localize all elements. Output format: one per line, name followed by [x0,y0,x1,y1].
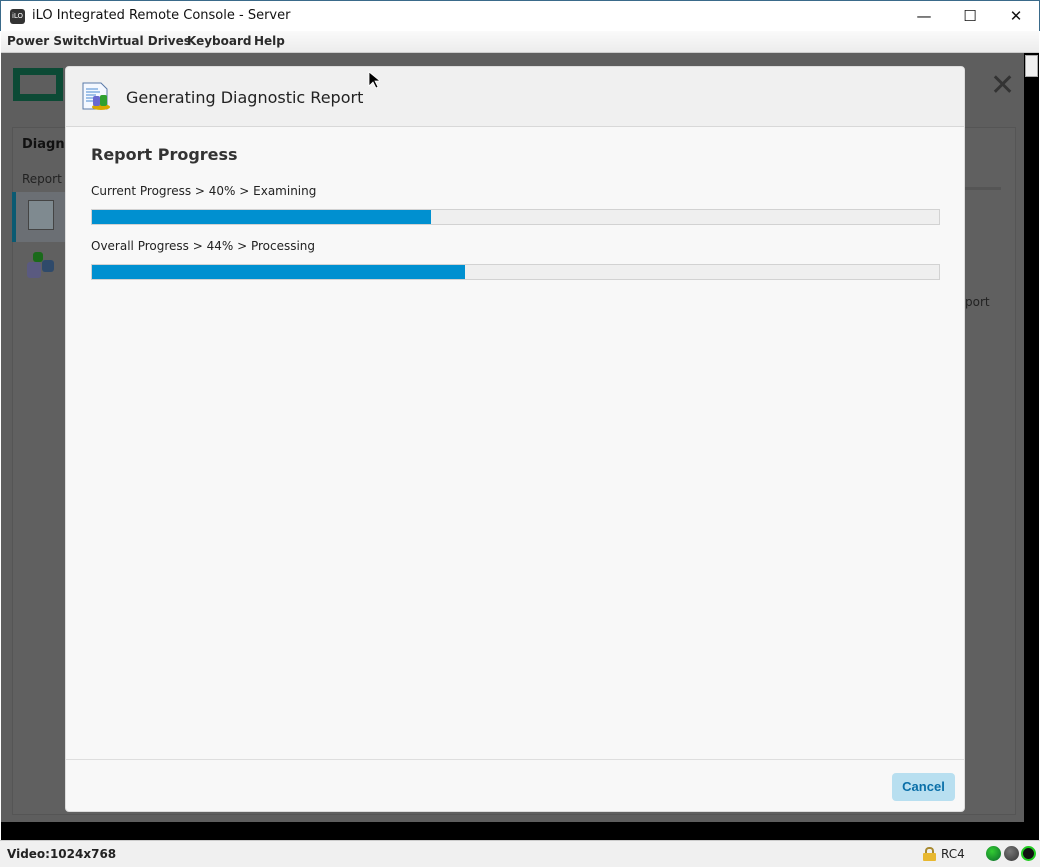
status-led-green-icon [986,846,1001,861]
vertical-scrollbar[interactable] [1024,53,1039,822]
hpe-logo [13,68,63,101]
close-icon: ✕ [990,68,1016,103]
diagnostic-report-dialog: Generating Diagnostic Report Report Prog… [65,66,965,812]
current-progress-bar [91,209,940,225]
menu-bar: Power Switch Virtual Drives Keyboard Hel… [1,31,1039,53]
dialog-title: Generating Diagnostic Report [126,88,364,107]
overall-progress-fill [92,265,465,279]
maximize-button[interactable]: ☐ [947,1,993,32]
current-progress-fill [92,210,431,224]
lock-icon [923,847,936,861]
section-title: Report Progress [91,145,238,164]
close-window-button[interactable]: ✕ [993,1,1039,32]
dialog-header: Generating Diagnostic Report [66,67,964,127]
title-bar: iLO iLO Integrated Remote Console - Serv… [0,0,1040,31]
encryption-cipher: RC4 [941,847,965,861]
power-icon[interactable] [1021,846,1036,861]
report-icon [28,200,54,230]
overall-progress-label: Overall Progress > 44% > Processing [91,239,316,253]
overall-progress-bar [91,264,940,280]
current-progress-label: Current Progress > 40% > Examining [91,184,317,198]
background-text: port [965,295,990,309]
status-led-gray-icon [1004,846,1019,861]
status-bar: Video:1024x768 RC4 [0,840,1040,867]
cancel-button[interactable]: Cancel [892,773,955,801]
diagnostic-report-icon [82,82,110,110]
video-resolution: Video:1024x768 [7,847,117,861]
console-bottom-area [1,822,1039,840]
menu-virtual-drives[interactable]: Virtual Drives [98,34,191,48]
database-icon [27,252,55,280]
footer-divider [66,759,964,760]
menu-help[interactable]: Help [254,34,285,48]
background-divider [965,187,1001,190]
window-title: iLO Integrated Remote Console - Server [32,8,291,23]
minimize-button[interactable]: — [901,1,947,32]
menu-keyboard[interactable]: Keyboard [187,34,252,48]
background-panel-subtitle: Report [22,172,62,186]
ilo-app-icon: iLO [10,9,25,24]
menu-power-switch[interactable]: Power Switch [7,34,99,48]
scrollbar-thumb[interactable] [1025,55,1038,77]
mouse-cursor-icon [368,71,380,89]
